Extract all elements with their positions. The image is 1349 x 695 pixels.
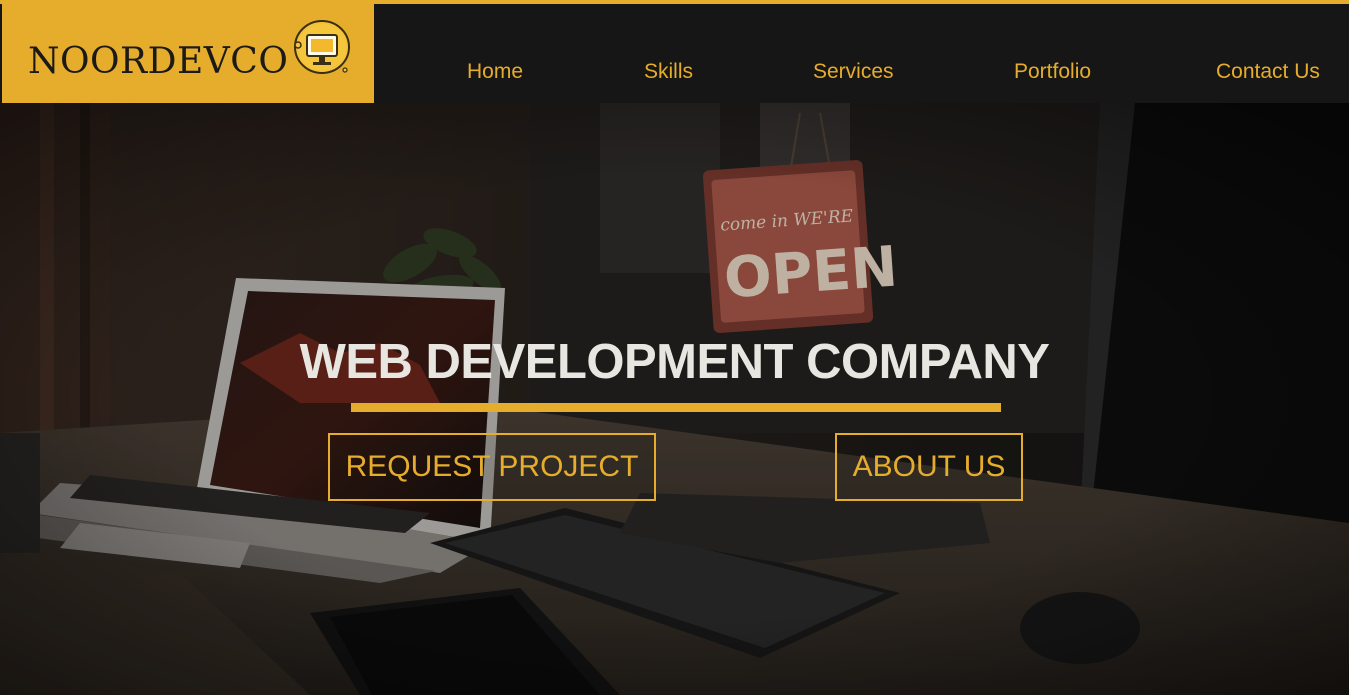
hero-title-underline xyxy=(351,403,1001,412)
nav-contact-us[interactable]: Contact Us xyxy=(1216,60,1320,84)
hero-title: WEB DEVELOPMENT COMPANY xyxy=(299,335,1050,389)
about-us-button[interactable]: ABOUT US xyxy=(835,433,1023,501)
logo-text: NOORDEVCO xyxy=(28,41,289,82)
nav-portfolio[interactable]: Portfolio xyxy=(1014,60,1091,84)
nav-services[interactable]: Services xyxy=(813,60,894,84)
logo[interactable]: NOORDEVCO xyxy=(2,4,374,103)
nav-home[interactable]: Home xyxy=(467,60,523,84)
hero-background-image: come in WE'RE OPEN xyxy=(0,103,1349,695)
monitor-icon xyxy=(294,20,350,74)
site-header: NOORDEVCO Home Skills Services Portfolio… xyxy=(0,4,1349,103)
nav-skills[interactable]: Skills xyxy=(644,60,693,84)
request-project-button[interactable]: REQUEST PROJECT xyxy=(328,433,656,501)
hero-section: come in WE'RE OPEN xyxy=(0,103,1349,695)
